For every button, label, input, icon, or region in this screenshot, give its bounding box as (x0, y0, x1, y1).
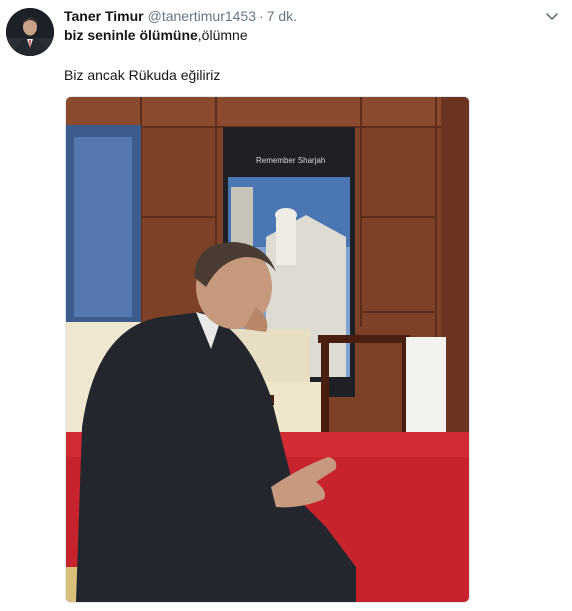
author-name[interactable]: Taner Timur (64, 8, 144, 24)
tweet-text-bold: biz seninle ölümüne (64, 27, 198, 43)
photo-scene: Remember Sharjah (66, 97, 469, 602)
poster-caption: Remember Sharjah (256, 156, 325, 165)
separator: · (259, 8, 264, 24)
tweet-text-line2: Biz ancak Rükuda eğiliriz (64, 67, 221, 83)
tweet-header: Taner Timur @tanertimur1453 · 7 dk. (64, 6, 504, 26)
avatar[interactable] (6, 8, 54, 56)
author-handle[interactable]: @tanertimur1453 (148, 8, 256, 24)
avatar-image (6, 8, 54, 56)
tweet-text-line1: biz seninle ölümüne,ölümne (64, 26, 248, 45)
tweet-card[interactable]: Taner Timur @tanertimur1453 · 7 dk. biz sen… (0, 0, 572, 611)
tweet-timestamp[interactable]: 7 dk. (267, 8, 297, 24)
chevron-down-icon[interactable] (544, 8, 560, 24)
tweet-text-rest: ,ölümne (197, 27, 248, 43)
tweet-photo[interactable]: Remember Sharjah (65, 96, 470, 603)
